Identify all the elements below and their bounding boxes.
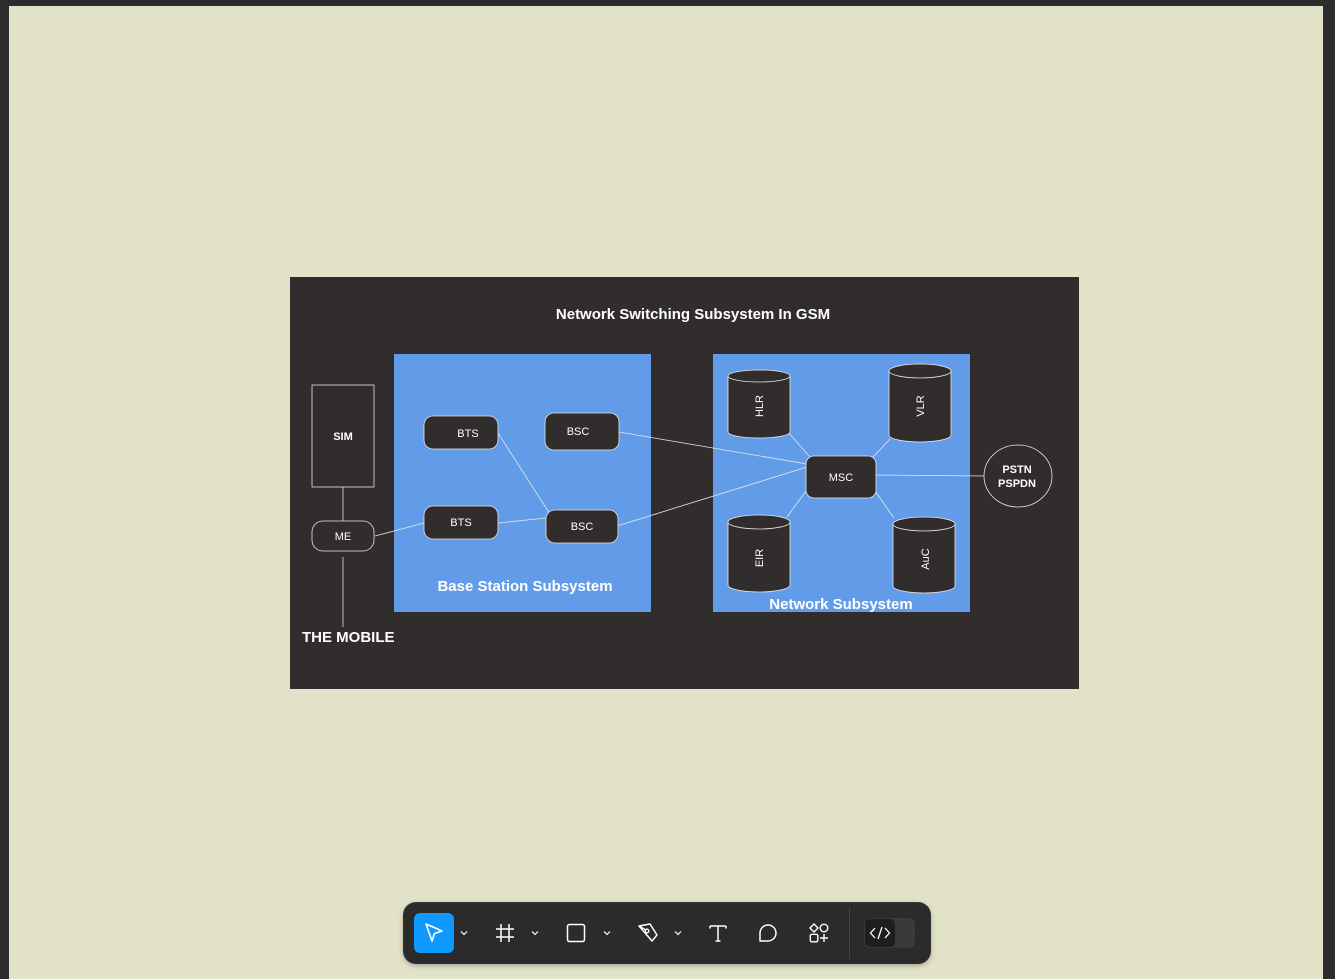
chevron-down-icon xyxy=(531,931,539,936)
bsc-top-label: BSC xyxy=(567,426,590,438)
code-brackets-icon xyxy=(869,926,891,940)
diagram-title: Network Switching Subsystem In GSM xyxy=(556,306,830,323)
pen-tool-dropdown[interactable] xyxy=(672,927,684,939)
vlr-label: VLR xyxy=(915,395,927,416)
auc-label: AuC xyxy=(920,548,932,569)
hlr-label: HLR xyxy=(754,395,766,417)
square-icon xyxy=(566,923,586,943)
hash-frame-icon xyxy=(496,924,514,942)
bottom-toolbar xyxy=(404,903,930,963)
sim-label: SIM xyxy=(333,431,353,443)
bsc-bottom-label: BSC xyxy=(571,521,594,533)
dev-mode-toggle[interactable] xyxy=(864,918,915,948)
diagram-frame[interactable]: Network Switching Subsystem In GSM SIM M… xyxy=(290,277,1079,689)
chevron-down-icon xyxy=(460,931,468,936)
msc-label: MSC xyxy=(829,472,854,484)
move-tool-dropdown[interactable] xyxy=(458,927,470,939)
speech-bubble-icon xyxy=(759,924,777,942)
text-t-icon xyxy=(709,925,727,942)
text-tool-button[interactable] xyxy=(698,913,738,953)
vlr-database[interactable]: VLR xyxy=(888,363,952,443)
nss-label: Network Subsystem xyxy=(769,596,912,613)
pen-nib-icon xyxy=(638,923,658,942)
auc-database[interactable]: AuC xyxy=(892,516,956,594)
toolbar-divider xyxy=(849,907,850,959)
rectangle-tool-button[interactable] xyxy=(556,913,596,953)
rectangle-tool-dropdown[interactable] xyxy=(601,927,613,939)
pspdn-label: PSPDN xyxy=(998,478,1036,490)
move-tool-button[interactable] xyxy=(414,913,454,953)
chevron-down-icon xyxy=(603,931,611,936)
chevron-down-icon xyxy=(674,931,682,936)
bss-label: Base Station Subsystem xyxy=(437,578,612,595)
cursor-arrow-icon xyxy=(425,923,443,942)
frame-tool-button[interactable] xyxy=(485,913,525,953)
pen-tool-button[interactable] xyxy=(628,913,668,953)
bts-bottom-label: BTS xyxy=(450,517,471,529)
pstn-pspdn-node[interactable] xyxy=(983,444,1053,508)
comment-tool-button[interactable] xyxy=(748,913,788,953)
bts-top-label: BTS xyxy=(457,428,478,440)
hlr-database[interactable]: HLR xyxy=(727,369,791,439)
canvas-edge xyxy=(1323,0,1335,979)
assets-tool-button[interactable] xyxy=(799,913,839,953)
pstn-label: PSTN xyxy=(1002,464,1031,476)
eir-database[interactable]: EIR xyxy=(727,514,791,593)
frame-tool-dropdown[interactable] xyxy=(529,927,541,939)
gsm-diagram: Network Switching Subsystem In GSM SIM M… xyxy=(302,306,1053,646)
mobile-label: THE MOBILE xyxy=(302,629,395,646)
bss-box[interactable] xyxy=(394,354,651,612)
dev-mode-knob xyxy=(865,919,895,947)
eir-label: EIR xyxy=(754,549,766,567)
me-label: ME xyxy=(335,531,352,543)
shapes-plus-icon xyxy=(809,923,829,943)
